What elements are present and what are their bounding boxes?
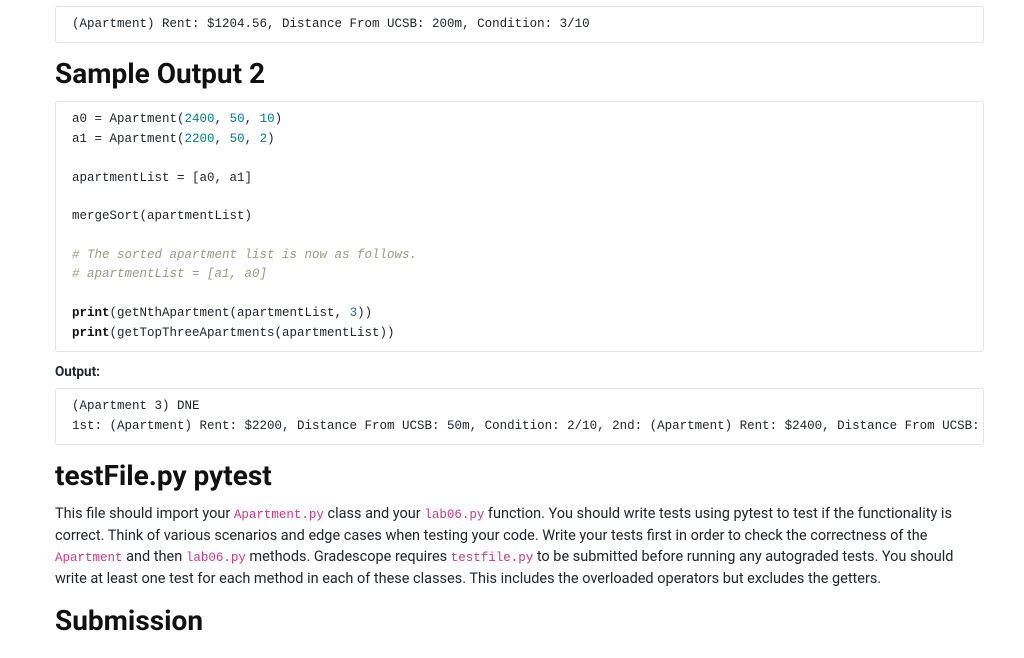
- code-apartment-py: Apartment.py: [234, 508, 324, 522]
- code-block-sample-2: a0 = Apartment(2400, 50, 10) a1 = Apartm…: [55, 101, 984, 352]
- heading-sample-output-2: Sample Output 2: [55, 53, 984, 95]
- testfile-paragraph: This file should import your Apartment.p…: [55, 503, 984, 590]
- code-lab06-py-2: lab06.py: [186, 551, 246, 565]
- heading-testfile-pytest: testFile.py pytest: [55, 455, 984, 497]
- heading-submission: Submission: [55, 600, 984, 642]
- output-label: Output:: [55, 362, 984, 382]
- code-block-output-2: (Apartment 3) DNE 1st: (Apartment) Rent:…: [55, 388, 984, 445]
- code-block-prev-output: (Apartment) Rent: $1204.56, Distance Fro…: [55, 6, 984, 43]
- code-apartment: Apartment: [55, 551, 123, 565]
- code-testfile-py: testfile.py: [451, 551, 534, 565]
- code-lab06-py: lab06.py: [424, 508, 484, 522]
